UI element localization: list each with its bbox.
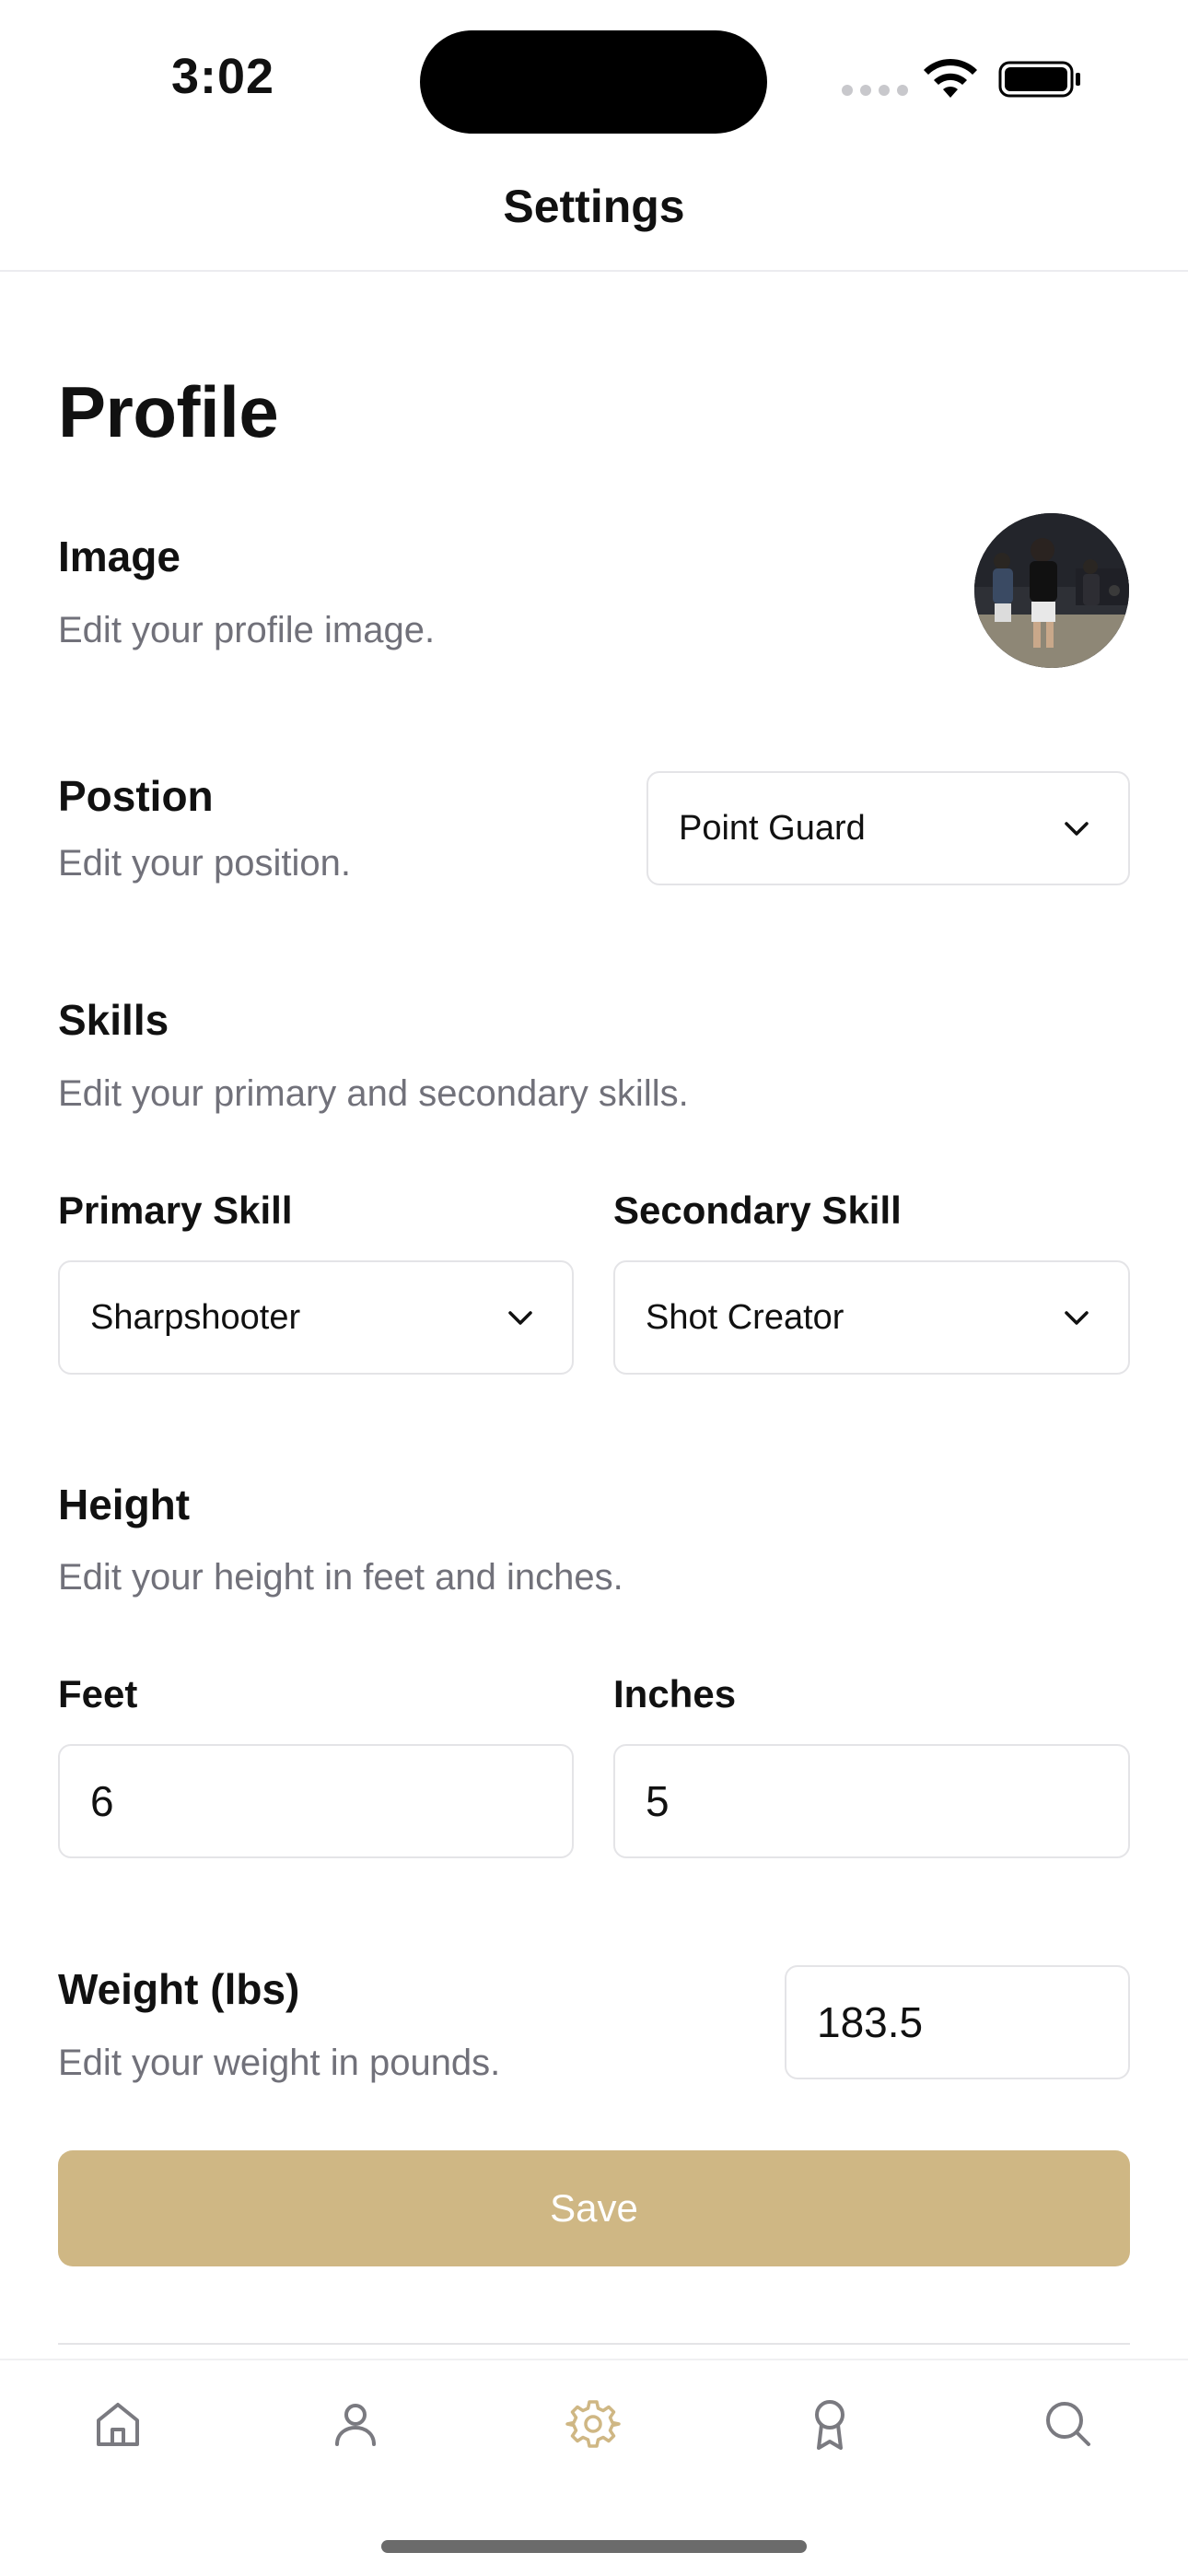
secondary-skill-label: Secondary Skill	[613, 1188, 902, 1232]
inches-label: Inches	[613, 1672, 737, 1715]
status-bar: 3:02	[0, 0, 1188, 157]
wifi-icon	[924, 58, 977, 98]
home-indicator	[381, 2540, 807, 2553]
status-time: 3:02	[171, 49, 275, 104]
chevron-down-icon	[508, 1311, 532, 1325]
dynamic-island	[420, 30, 767, 134]
inches-input[interactable]: 5	[613, 1744, 1130, 1858]
chevron-down-icon	[1065, 1311, 1089, 1325]
home-icon[interactable]	[90, 2396, 146, 2452]
profile-avatar[interactable]	[974, 513, 1129, 668]
search-icon[interactable]	[1041, 2396, 1096, 2452]
content-divider	[58, 2343, 1130, 2345]
skills-section-title: Skills	[58, 996, 169, 1044]
avatar-photo	[974, 513, 1129, 668]
skills-section-description: Edit your primary and secondary skills.	[58, 1073, 689, 1114]
weight-section-title: Weight (lbs)	[58, 1965, 300, 2013]
position-section-description: Edit your position.	[58, 843, 351, 884]
primary-skill-label: Primary Skill	[58, 1188, 293, 1232]
primary-skill-select[interactable]: Sharpshooter	[58, 1260, 574, 1375]
position-select-value: Point Guard	[679, 808, 866, 848]
chevron-down-icon	[1065, 822, 1089, 836]
nav-title: Settings	[503, 181, 685, 232]
height-section-description: Edit your height in feet and inches.	[58, 1557, 623, 1598]
gear-icon[interactable]	[565, 2396, 621, 2452]
feet-label: Feet	[58, 1672, 138, 1715]
nav-divider	[0, 270, 1188, 272]
save-button[interactable]: Save	[58, 2150, 1130, 2266]
award-icon[interactable]	[802, 2396, 857, 2452]
position-select[interactable]: Point Guard	[646, 771, 1130, 885]
battery-icon	[998, 61, 1080, 98]
cellular-signal-icon	[842, 85, 908, 96]
weight-input[interactable]: 183.5	[785, 1965, 1130, 2079]
image-section-title: Image	[58, 533, 181, 580]
page-title: Profile	[58, 371, 279, 452]
person-icon[interactable]	[328, 2396, 383, 2452]
image-section-description: Edit your profile image.	[58, 610, 436, 650]
feet-input[interactable]: 6	[58, 1744, 574, 1858]
secondary-skill-value: Shot Creator	[646, 1297, 844, 1337]
height-section-title: Height	[58, 1481, 191, 1528]
weight-section-description: Edit your weight in pounds.	[58, 2043, 501, 2083]
position-section-title: Postion	[58, 772, 214, 820]
primary-skill-value: Sharpshooter	[90, 1297, 301, 1337]
secondary-skill-select[interactable]: Shot Creator	[613, 1260, 1130, 1375]
